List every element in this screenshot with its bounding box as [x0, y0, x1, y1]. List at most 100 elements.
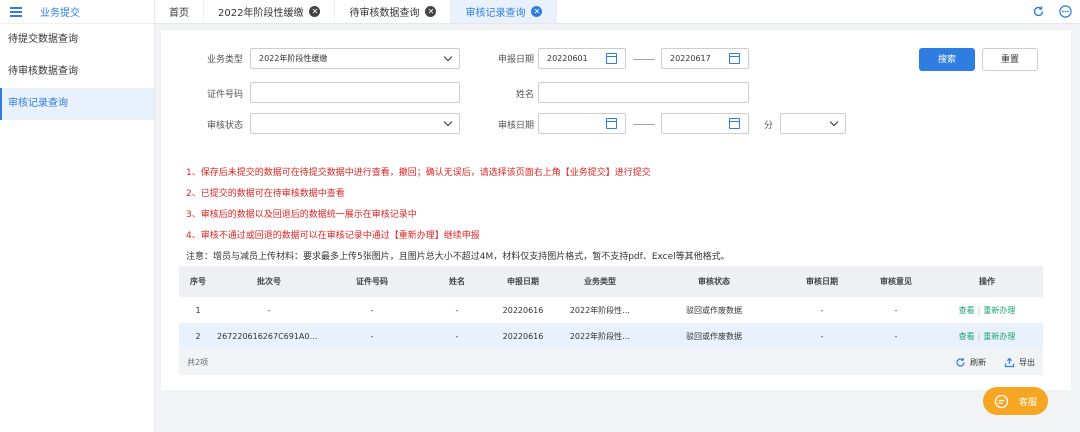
- cert-label: 证件号码: [206, 90, 243, 100]
- tab-label: 待审核数据查询: [349, 8, 420, 19]
- cell-review-date: -: [820, 305, 824, 315]
- note-line: 2、已提交的数据可在待审核数据中查看: [186, 189, 345, 199]
- sidebar-title: 业务提交: [40, 8, 80, 19]
- biz-type-select[interactable]: 2022年阶段性缓缴: [250, 48, 460, 69]
- cell-status: 驳回或作废数据: [686, 331, 742, 341]
- review-records-table: 序号 批次号 证件号码 姓名 申报日期 业务类型 审核状态 审核日期 审核意见 …: [179, 266, 1043, 375]
- apply-date-to[interactable]: 20220617: [661, 48, 749, 69]
- calendar-icon[interactable]: [606, 53, 617, 64]
- redo-link[interactable]: 重新办理: [983, 332, 1015, 341]
- review-date-from[interactable]: [538, 113, 626, 134]
- export-button[interactable]: 导出: [1004, 357, 1035, 368]
- refresh-icon[interactable]: [1032, 5, 1045, 18]
- cell-opinion: -: [894, 305, 898, 315]
- col-header: 证件号码: [356, 277, 388, 286]
- tab-deferral[interactable]: 2022年阶段性缓缴 ✕: [204, 0, 336, 23]
- cell-cert: -: [370, 331, 374, 341]
- minute-select[interactable]: [780, 113, 846, 134]
- upload-tip: 注意：增员与减员上传材料：要求最多上传5张图片，且图片总大小不超过4M，材料仅支…: [186, 252, 730, 262]
- export-label: 导出: [1019, 357, 1035, 367]
- view-link[interactable]: 查看: [959, 332, 975, 341]
- search-button[interactable]: 搜索: [919, 48, 975, 71]
- cell-index: 2: [195, 331, 201, 341]
- cell-cert: -: [370, 305, 374, 315]
- menu-icon[interactable]: [10, 6, 22, 17]
- name-label: 姓名: [515, 90, 534, 100]
- tab-label: 首页: [169, 8, 189, 19]
- table-footer: 共2项 刷新 导出: [179, 349, 1043, 375]
- customer-service-label: 客服: [1018, 397, 1037, 408]
- cell-batch: 267220616267C691A002…: [217, 331, 321, 341]
- cell-index: 1: [195, 305, 201, 315]
- calendar-icon[interactable]: [606, 118, 617, 129]
- cell-apply-date: 20220616: [502, 305, 544, 315]
- notes: 1、保存后未提交的数据可在待提交数据中进行查看，撤回；确认无误后，请选择该页面右…: [186, 163, 1056, 268]
- tab-label: 审核记录查询: [465, 8, 526, 19]
- apply-date-from[interactable]: 20220601: [538, 48, 626, 69]
- action-separator: |: [977, 305, 981, 315]
- cell-apply-date: 20220616: [502, 331, 544, 341]
- tab-label: 2022年阶段性缓缴: [218, 8, 304, 19]
- main-card: 业务类型 2022年阶段性缓缴 申报日期 20220601 20220617 搜…: [161, 30, 1071, 390]
- col-header: 审核意见: [880, 277, 912, 286]
- redo-link[interactable]: 重新办理: [983, 306, 1015, 315]
- sidebar-header: 业务提交: [0, 0, 154, 24]
- sidebar: 业务提交 待提交数据查询 待审核数据查询 审核记录查询: [0, 0, 155, 432]
- cell-name: -: [455, 331, 459, 341]
- cell-batch: -: [267, 305, 271, 315]
- cell-actions: 查看 | 重新办理: [931, 331, 1043, 342]
- note-line: 3、审核后的数据以及回退后的数据统一展示在审核记录中: [186, 210, 417, 220]
- cell-biz-type: 2022年阶段性…: [569, 331, 631, 341]
- sidebar-item-pending-review[interactable]: 待审核数据查询: [0, 56, 154, 88]
- refresh-label: 刷新: [970, 357, 986, 367]
- col-header: 操作: [979, 277, 995, 286]
- date-range-dash: [633, 59, 655, 60]
- view-link[interactable]: 查看: [959, 306, 975, 315]
- cell-actions: 查看 | 重新办理: [931, 305, 1043, 316]
- col-header: 批次号: [257, 277, 281, 286]
- col-header: 审核状态: [698, 277, 730, 286]
- minute-label: 分: [763, 121, 773, 131]
- col-header: 业务类型: [584, 277, 616, 286]
- cell-name: -: [455, 305, 459, 315]
- review-date-label: 审核日期: [497, 121, 534, 131]
- calendar-icon[interactable]: [729, 53, 740, 64]
- tab-bar: 首页 2022年阶段性缓缴 ✕ 待审核数据查询 ✕ 审核记录查询 ✕: [155, 0, 1080, 24]
- note-line: 1、保存后未提交的数据可在待提交数据中进行查看，撤回；确认无误后，请选择该页面右…: [186, 168, 651, 178]
- table-header: 序号 批次号 证件号码 姓名 申报日期 业务类型 审核状态 审核日期 审核意见 …: [179, 266, 1043, 297]
- more-icon[interactable]: [1059, 5, 1072, 18]
- chat-icon: [994, 394, 1009, 408]
- col-header: 审核日期: [806, 277, 838, 286]
- col-header: 申报日期: [507, 277, 539, 286]
- note-line: 4、审核不通过或回退的数据可以在审核记录中通过【重新办理】继续申报: [186, 231, 480, 241]
- close-icon[interactable]: ✕: [425, 6, 437, 17]
- cell-biz-type: 2022年阶段性…: [569, 305, 631, 315]
- biz-type-label: 业务类型: [206, 55, 243, 65]
- cert-input[interactable]: [250, 82, 460, 103]
- col-header: 姓名: [449, 277, 465, 286]
- tab-home[interactable]: 首页: [155, 0, 204, 23]
- export-icon: [1004, 357, 1015, 367]
- refresh-icon: [956, 357, 965, 367]
- sidebar-item-pending-submit[interactable]: 待提交数据查询: [0, 24, 154, 56]
- customer-service-button[interactable]: 客服: [983, 387, 1048, 415]
- cell-status: 驳回或作废数据: [686, 305, 742, 315]
- total-count: 共2项: [187, 357, 209, 367]
- tab-review-records[interactable]: 审核记录查询 ✕: [451, 0, 558, 23]
- sidebar-item-review-records[interactable]: 审核记录查询: [0, 88, 154, 120]
- close-icon[interactable]: ✕: [309, 6, 321, 17]
- tab-pending-review[interactable]: 待审核数据查询 ✕: [335, 0, 452, 23]
- name-input[interactable]: [538, 82, 749, 103]
- close-icon[interactable]: ✕: [531, 6, 543, 17]
- refresh-button[interactable]: 刷新: [955, 357, 986, 368]
- status-label: 审核状态: [206, 121, 243, 131]
- table-row: 2 267220616267C691A002… - - 20220616 202…: [179, 323, 1043, 349]
- status-select[interactable]: [250, 113, 460, 134]
- cell-opinion: -: [894, 331, 898, 341]
- reset-button[interactable]: 重置: [982, 48, 1038, 71]
- cell-review-date: -: [820, 331, 824, 341]
- table-row: 1 - - - 20220616 2022年阶段性… 驳回或作废数据 - - 查…: [179, 297, 1043, 323]
- apply-date-to-value: 20220617: [670, 54, 711, 63]
- action-separator: |: [977, 331, 981, 341]
- date-range-dash: [633, 124, 655, 125]
